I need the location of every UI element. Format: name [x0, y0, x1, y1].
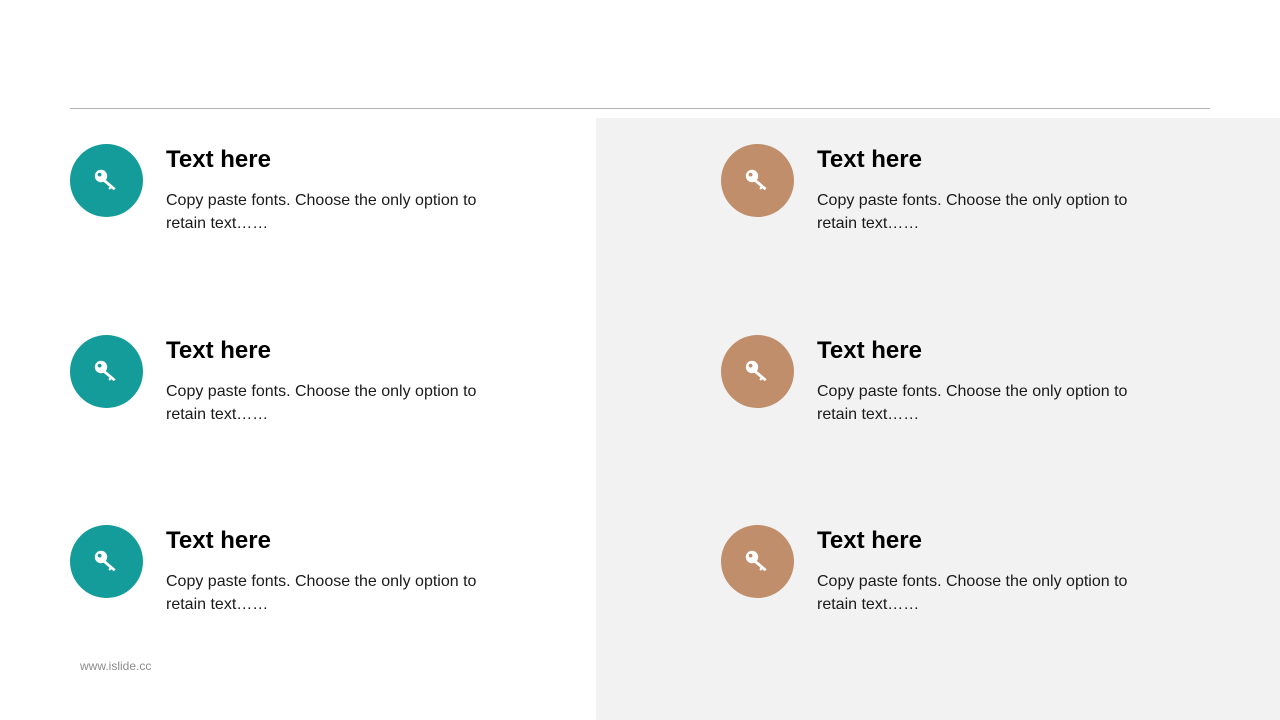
feature-item: Text here Copy paste fonts. Choose the o… [721, 144, 1141, 254]
item-description: Copy paste fonts. Choose the only option… [817, 192, 1128, 232]
key-icon [721, 525, 794, 598]
key-icon [721, 335, 794, 408]
feature-item: Text here Copy paste fonts. Choose the o… [70, 144, 490, 254]
feature-item: Text here Copy paste fonts. Choose the o… [70, 335, 490, 445]
key-icon [70, 335, 143, 408]
item-description: Copy paste fonts. Choose the only option… [166, 383, 477, 423]
item-description: Copy paste fonts. Choose the only option… [817, 383, 1128, 423]
item-description: Copy paste fonts. Choose the only option… [166, 192, 477, 232]
feature-item: Text here Copy paste fonts. Choose the o… [721, 525, 1141, 635]
item-description: Copy paste fonts. Choose the only option… [166, 573, 477, 613]
feature-item: Text here Copy paste fonts. Choose the o… [70, 525, 490, 635]
item-title: Text here [817, 527, 922, 554]
slide: Text here Copy paste fonts. Choose the o… [0, 0, 1280, 720]
item-title: Text here [166, 337, 271, 364]
item-title: Text here [817, 337, 922, 364]
key-icon [70, 525, 143, 598]
footer-url: www.islide.cc [80, 659, 152, 673]
item-title: Text here [166, 527, 271, 554]
feature-item: Text here Copy paste fonts. Choose the o… [721, 335, 1141, 445]
header-divider [70, 108, 1210, 109]
key-icon [70, 144, 143, 217]
key-icon [721, 144, 794, 217]
item-title: Text here [817, 146, 922, 173]
item-title: Text here [166, 146, 271, 173]
item-description: Copy paste fonts. Choose the only option… [817, 573, 1128, 613]
